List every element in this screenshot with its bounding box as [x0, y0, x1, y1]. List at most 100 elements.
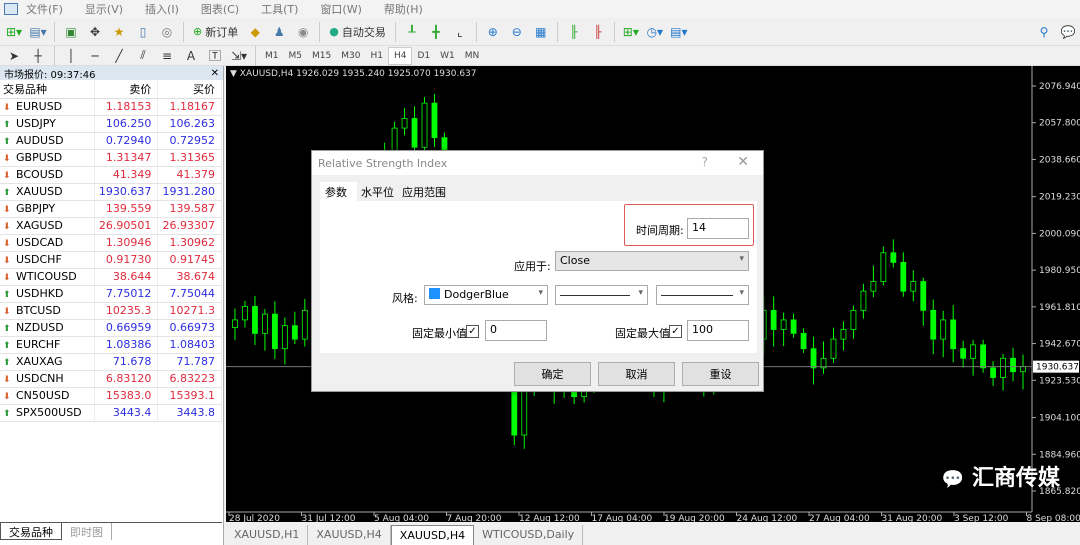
fixed-max-input[interactable]: 100	[687, 320, 749, 341]
chart-tab[interactable]: WTICOUSD,Daily	[474, 525, 584, 545]
menu-window[interactable]: 窗口(W)	[320, 1, 361, 17]
templates-icon[interactable]: ▤▾	[669, 22, 689, 42]
column-ask[interactable]: 买价	[157, 80, 222, 99]
community-icon[interactable]: ♟	[269, 22, 289, 42]
autoscroll-icon[interactable]: ╟	[588, 22, 608, 42]
quote-row[interactable]: ⬇ EURUSD 1.18153 1.18167	[0, 98, 222, 116]
text-icon[interactable]: A	[181, 46, 201, 66]
new-chart-icon[interactable]: ⊞▾	[4, 22, 24, 42]
tab-tick-chart[interactable]: 即时图	[62, 523, 112, 540]
timeframe-m30[interactable]: M30	[336, 47, 365, 65]
symbol-name: GBPUSD	[16, 151, 63, 164]
signals-icon[interactable]: ◉	[293, 22, 313, 42]
terminal-icon[interactable]: ▯	[133, 22, 153, 42]
cursor-icon[interactable]: ➤	[4, 46, 24, 66]
quote-row[interactable]: ⬆ XAUXAG 71.678 71.787	[0, 353, 222, 371]
tile-windows-icon[interactable]: ▦	[531, 22, 551, 42]
candle-body	[930, 309, 937, 340]
period-input[interactable]: 14	[687, 218, 749, 239]
quote-row[interactable]: ⬇ GBPJPY 139.559 139.587	[0, 200, 222, 218]
quote-row[interactable]: ⬇ BTCUSD 10235.3 10271.3	[0, 302, 222, 320]
tab-levels[interactable]: 水平位	[357, 182, 398, 202]
menu-insert[interactable]: 插入(I)	[145, 1, 179, 17]
candlestick-icon[interactable]: ╋	[426, 22, 446, 42]
quote-row[interactable]: ⬆ USDJPY 106.250 106.263	[0, 115, 222, 133]
tab-symbols[interactable]: 交易品种	[0, 523, 62, 540]
quote-row[interactable]: ⬆ SPX500USD 3443.4 3443.8	[0, 404, 222, 422]
fibonacci-icon[interactable]: ≡	[157, 46, 177, 66]
quote-row[interactable]: ⬆ XAUUSD 1930.637 1931.280	[0, 183, 222, 201]
metaeditor-icon[interactable]: ◆	[245, 22, 265, 42]
strategy-tester-icon[interactable]: ◎	[157, 22, 177, 42]
column-symbol[interactable]: 交易品种	[0, 80, 95, 99]
fixed-max-checkbox[interactable]: ✓	[669, 325, 682, 338]
menu-view[interactable]: 显示(V)	[85, 1, 123, 17]
periods-icon[interactable]: ◷▾	[645, 22, 665, 42]
tab-parameters[interactable]: 参数	[320, 182, 357, 202]
ok-button[interactable]: 确定	[514, 362, 591, 386]
reset-button[interactable]: 重设	[682, 362, 759, 386]
column-bid[interactable]: 卖价	[94, 80, 159, 99]
profiles-icon[interactable]: ▤▾	[28, 22, 48, 42]
line-chart-icon[interactable]: ⌞	[450, 22, 470, 42]
menu-file[interactable]: 文件(F)	[26, 1, 63, 17]
quote-row[interactable]: ⬇ USDCHF 0.91730 0.91745	[0, 251, 222, 269]
auto-trading-button[interactable]: ● 自动交易	[326, 22, 389, 42]
zoom-out-icon[interactable]: ⊖	[507, 22, 527, 42]
quote-row[interactable]: ⬇ GBPUSD 1.31347 1.31365	[0, 149, 222, 167]
line-style-select[interactable]: ▾	[555, 285, 648, 305]
equidistant-channel-icon[interactable]: ⫽	[133, 46, 153, 66]
apply-to-select[interactable]: Close ▾	[555, 251, 749, 271]
timeframe-h1[interactable]: H1	[365, 47, 388, 65]
symbol-cell: ⬇ GBPJPY	[0, 200, 95, 218]
chat-icon[interactable]: 💬	[1058, 22, 1078, 42]
timeframe-m5[interactable]: M5	[284, 47, 308, 65]
quote-row[interactable]: ⬆ AUDUSD 0.72940 0.72952	[0, 132, 222, 150]
quote-row[interactable]: ⬆ USDHKD 7.75012 7.75044	[0, 285, 222, 303]
navigator-icon[interactable]: ★	[109, 22, 129, 42]
trendline-icon[interactable]: ╱	[109, 46, 129, 66]
menu-tools[interactable]: 工具(T)	[261, 1, 298, 17]
tab-visualization[interactable]: 应用范围	[398, 182, 450, 202]
dialog-close-button[interactable]: ✕	[737, 154, 749, 170]
menu-help[interactable]: 帮助(H)	[384, 1, 423, 17]
text-label-icon[interactable]: 🅃	[205, 46, 225, 66]
quote-row[interactable]: ⬆ NZDUSD 0.66959 0.66973	[0, 319, 222, 337]
quote-row[interactable]: ⬇ WTICOUSD 38.644 38.674	[0, 268, 222, 286]
data-window-icon[interactable]: ✥	[85, 22, 105, 42]
chart-tab[interactable]: XAUUSD,H4	[308, 525, 391, 545]
arrows-icon[interactable]: ⇲▾	[229, 46, 249, 66]
timeframe-mn[interactable]: MN	[460, 47, 485, 65]
indicators-icon[interactable]: ⊞▾	[621, 22, 641, 42]
search-icon[interactable]: ⚲	[1034, 22, 1054, 42]
new-order-button[interactable]: ⊕ 新订单	[190, 22, 241, 42]
fixed-min-input[interactable]: 0	[485, 320, 547, 341]
zoom-in-icon[interactable]: ⊕	[483, 22, 503, 42]
menu-charts[interactable]: 图表(C)	[201, 1, 239, 17]
market-watch-icon[interactable]: ▣	[61, 22, 81, 42]
quote-row[interactable]: ⬆ EURCHF 1.08386 1.08403	[0, 336, 222, 354]
timeframe-m1[interactable]: M1	[260, 47, 284, 65]
quote-row[interactable]: ⬇ USDCNH 6.83120 6.83223	[0, 370, 222, 388]
vertical-line-icon[interactable]: │	[61, 46, 81, 66]
quote-row[interactable]: ⬇ USDCAD 1.30946 1.30962	[0, 234, 222, 252]
chart-shift-icon[interactable]: ╟	[564, 22, 584, 42]
fixed-min-checkbox[interactable]: ✓	[466, 325, 479, 338]
chart-tab-active[interactable]: XAUUSD,H4	[390, 525, 475, 545]
quote-row[interactable]: ⬇ BCOUSD 41.349 41.379	[0, 166, 222, 184]
quote-row[interactable]: ⬇ CN50USD 15383.0 15393.1	[0, 387, 222, 405]
timeframe-w1[interactable]: W1	[435, 47, 460, 65]
timeframe-m15[interactable]: M15	[307, 47, 336, 65]
timeframe-h4[interactable]: H4	[387, 46, 413, 65]
color-select[interactable]: DodgerBlue ▾	[424, 285, 548, 305]
cancel-button[interactable]: 取消	[598, 362, 675, 386]
help-button[interactable]: ?	[702, 155, 708, 169]
crosshair-icon[interactable]: ┼	[28, 46, 48, 66]
chart-tab[interactable]: XAUUSD,H1	[226, 525, 309, 545]
close-icon[interactable]: ✕	[211, 68, 219, 79]
timeframe-d1[interactable]: D1	[412, 47, 435, 65]
line-width-select[interactable]: ▾	[656, 285, 749, 305]
quote-row[interactable]: ⬇ XAGUSD 26.90501 26.93307	[0, 217, 222, 235]
horizontal-line-icon[interactable]: ─	[85, 46, 105, 66]
bar-chart-icon[interactable]: ┸	[402, 22, 422, 42]
